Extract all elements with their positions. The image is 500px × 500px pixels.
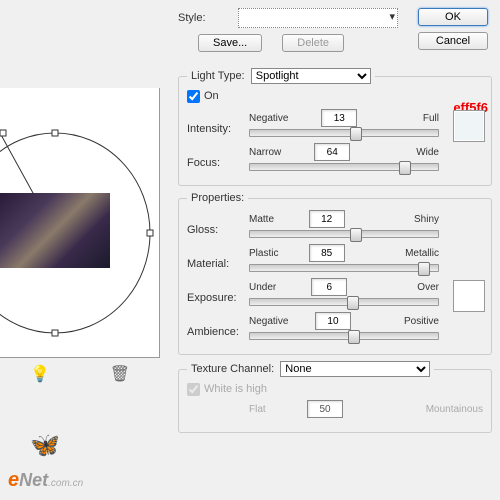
slider-thumb[interactable] — [350, 127, 362, 141]
properties-label: Properties: — [187, 192, 248, 204]
light-type-group: Light Type: Spotlight On Intensity: Nega… — [178, 68, 492, 186]
delete-button: Delete — [282, 34, 344, 52]
watermark: eNet.com.cn — [8, 469, 83, 492]
light-type-label: Light Type: — [191, 70, 245, 82]
ok-button[interactable]: OK — [418, 8, 488, 26]
intensity-label: Intensity: — [187, 109, 249, 135]
texture-group: Texture Channel: None White is high Flat… — [178, 361, 492, 433]
light-color-swatch[interactable] — [453, 110, 485, 142]
white-high-checkbox — [187, 383, 200, 396]
intensity-value[interactable] — [321, 109, 357, 127]
style-label: Style: — [178, 12, 238, 24]
trash-icon[interactable]: 🗑 — [110, 364, 130, 384]
ambience-label: Ambience: — [187, 312, 249, 338]
slider-thumb[interactable] — [347, 296, 359, 310]
texture-channel-label: Texture Channel: — [191, 363, 274, 375]
material-value[interactable] — [309, 244, 345, 262]
on-checkbox[interactable] — [187, 90, 200, 103]
ambience-value[interactable] — [315, 312, 351, 330]
slider-thumb[interactable] — [418, 262, 430, 276]
texture-channel-select[interactable]: None — [280, 361, 430, 377]
properties-group: Properties: Gloss: MatteShiny Material: … — [178, 192, 492, 355]
cancel-button[interactable]: Cancel — [418, 32, 488, 50]
on-checkbox-wrap[interactable]: On — [187, 90, 219, 102]
preview-thumbnail — [0, 193, 110, 268]
intensity-slider[interactable] — [249, 129, 439, 137]
slider-thumb[interactable] — [348, 330, 360, 344]
focus-label: Focus: — [187, 143, 249, 169]
properties-color-swatch[interactable] — [453, 280, 485, 312]
texture-value — [307, 400, 343, 418]
light-type-select[interactable]: Spotlight — [251, 68, 371, 84]
preview-area[interactable] — [0, 88, 160, 358]
light-bulb-icon[interactable]: 💡 — [30, 364, 50, 384]
style-dropdown[interactable]: ▾ — [238, 8, 398, 28]
exposure-label: Exposure: — [187, 278, 249, 304]
slider-thumb[interactable] — [399, 161, 411, 175]
gloss-label: Gloss: — [187, 210, 249, 236]
focus-value[interactable] — [314, 143, 350, 161]
gloss-value[interactable] — [309, 210, 345, 228]
material-label: Material: — [187, 244, 249, 270]
white-high-wrap: White is high — [187, 383, 267, 395]
gloss-slider[interactable] — [249, 230, 439, 238]
material-slider[interactable] — [249, 264, 439, 272]
butterfly-decoration: 🦋 — [30, 431, 60, 460]
exposure-slider[interactable] — [249, 298, 439, 306]
save-button[interactable]: Save... — [198, 34, 262, 52]
ambience-slider[interactable] — [249, 332, 439, 340]
focus-slider[interactable] — [249, 163, 439, 171]
slider-thumb[interactable] — [350, 228, 362, 242]
exposure-value[interactable] — [311, 278, 347, 296]
